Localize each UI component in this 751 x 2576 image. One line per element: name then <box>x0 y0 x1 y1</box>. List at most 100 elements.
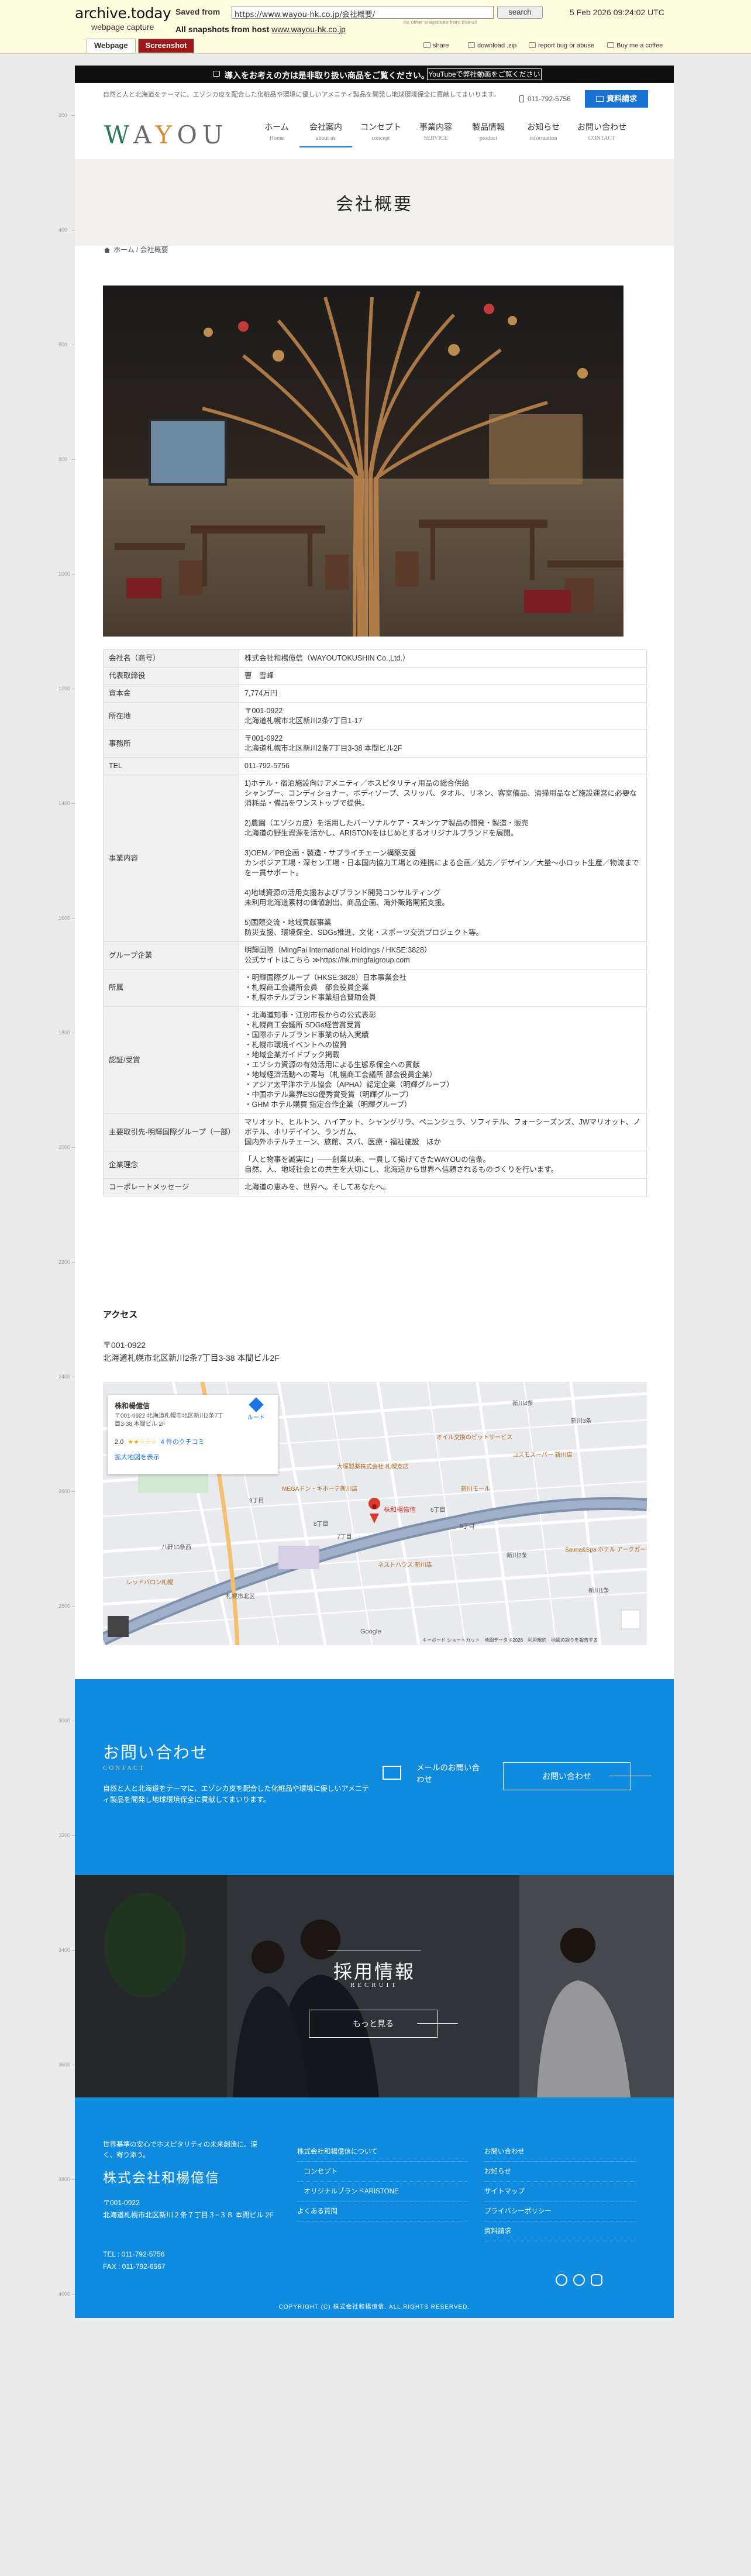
coffee-link[interactable]: Buy me a coffee <box>607 42 663 49</box>
nav-item-service[interactable]: 事業内容 SERVICE <box>409 121 462 142</box>
table-row: 認証/受賞 ・北海道知事・江別市長からの公式表彰 ・札幌商工会議所 SDGs経営賞… <box>103 1006 647 1114</box>
contact-title: お問い合わせ <box>103 1743 209 1762</box>
map-place[interactable]: 大塚製薬株式会社 札幌支店 <box>337 1463 409 1470</box>
share-link[interactable]: share <box>423 42 449 49</box>
row-label: TEL <box>103 757 239 775</box>
footer-link[interactable]: プライバシーポリシー <box>484 2202 636 2221</box>
facebook-icon[interactable] <box>573 2274 585 2286</box>
host-snapshots: All snapshots from host www.wayou-hk.co.… <box>175 25 346 34</box>
youtube-button[interactable]: YouTubeで弊社動画をご覧ください <box>427 68 542 80</box>
mail-icon <box>595 96 604 102</box>
archive-logo[interactable]: archive.today <box>75 5 171 22</box>
map-pegman[interactable] <box>108 1616 129 1637</box>
map-directions-button[interactable]: ルート <box>243 1397 269 1423</box>
nav-sublabel: CONTACT <box>588 135 616 142</box>
footer-tel[interactable]: TEL : 011-792-5756 <box>103 2248 166 2261</box>
map-reviews-link[interactable]: 4 件のクチコミ <box>161 1439 205 1446</box>
recruit-section[interactable]: 採用情報 RECRUIT もっと見る <box>75 1875 674 2097</box>
monitor-icon <box>213 71 220 77</box>
footer-contact: TEL : 011-792-5756 FAX : 011-792-6567 <box>103 2248 166 2273</box>
map-place[interactable]: コスモスーパー 新川店 <box>512 1451 573 1459</box>
recruit-title: 採用情報 <box>333 1961 415 1983</box>
breadcrumb-current: 会社概要 <box>140 246 168 254</box>
table-row: 企業理念 「人と物事を誠実に」――創業以来、一貫して掲げてきたWAYOUの信条。 … <box>103 1151 647 1179</box>
footer-link[interactable]: コンセプト <box>297 2162 467 2182</box>
map-pin-label[interactable]: 株和楊億信 <box>384 1505 416 1514</box>
footer-link[interactable]: よくある質問 <box>297 2202 467 2221</box>
nav-sublabel: about us <box>316 135 336 142</box>
contact-button[interactable]: お問い合わせ <box>503 1762 651 1790</box>
tab-screenshot[interactable]: Screenshot <box>137 39 195 53</box>
nav-item-information[interactable]: お知らせ information <box>517 121 570 142</box>
company-photo <box>103 286 623 637</box>
map-place[interactable]: Sauna&Spa ホテル アークガーデン <box>565 1546 647 1553</box>
notice-text: 導入をお考えの方は是非取り扱い商品をご覧ください。 <box>225 71 429 80</box>
row-value: 曹 雪峰 <box>239 667 647 685</box>
page-hero: 会社概要 <box>75 159 674 246</box>
nav-item-contact[interactable]: お問い合わせ CONTACT <box>576 121 628 142</box>
footer-link[interactable]: お知らせ <box>484 2162 636 2182</box>
map-footer[interactable]: キーボード ショートカット 地図データ ©2026 利用規約 地図の誤りを報告す… <box>422 1637 598 1643</box>
notice-bar: 導入をお考えの方は是非取り扱い商品をご覧ください。 YouTubeで弊社動画をご… <box>75 66 674 83</box>
map-place[interactable]: 新川モール <box>461 1485 490 1492</box>
search-button[interactable]: search <box>497 6 543 19</box>
nav-sublabel: concept <box>371 135 390 142</box>
footer-company-name: 株式会社和楊億信 <box>103 2171 220 2186</box>
tab-webpage[interactable]: Webpage <box>87 39 136 53</box>
map-place[interactable]: ネストハウス 新川店 <box>378 1561 432 1569</box>
share-icon <box>423 42 430 48</box>
row-value: ・明輝国際グループ（HKSE:3828）日本事業会社 ・札幌商工会議所会員 部会… <box>239 969 647 1007</box>
rating-stars-icon: ★★☆☆☆ <box>128 1439 157 1446</box>
recruit-subtitle: RECRUIT <box>350 1982 399 1989</box>
footer-link[interactable]: オリジナルブランドARISTONE <box>297 2182 467 2202</box>
google-map[interactable]: 株和楊億信 大塚製薬株式会社 札幌支店 MEGAドン・キホーテ新川店 新川モール… <box>103 1382 647 1645</box>
nav-label: コンセプト <box>360 122 401 132</box>
host-link[interactable]: www.wayou-hk.co.jp <box>271 25 346 34</box>
breadcrumb-home[interactable]: ホーム <box>113 246 135 254</box>
map-place[interactable]: オイル交換のピットサービス <box>436 1433 512 1441</box>
row-label: 認証/受賞 <box>103 1006 239 1114</box>
youtube-icon[interactable] <box>556 2274 567 2286</box>
site-logo[interactable]: WAYOU <box>104 121 228 149</box>
map-info-card: 株和楊億信 〒001-0922 北海道札幌市北区新川2条7丁目3-38 本間ビル… <box>108 1395 278 1474</box>
row-value: 7,774万円 <box>239 685 647 703</box>
map-fullscreen-button[interactable] <box>621 1609 640 1629</box>
row-label: コーポレートメッセージ <box>103 1178 239 1196</box>
nav-item-home[interactable]: ホーム Home <box>250 121 303 142</box>
contact-mail-label: メールのお問い合わせ <box>416 1763 480 1784</box>
row-value: 〒001-0922 北海道札幌市北区新川2条7丁目1-17 <box>239 702 647 730</box>
recruit-more-button[interactable]: もっと見る <box>309 2010 458 2038</box>
report-label: report bug or abuse <box>538 42 595 49</box>
footer-link[interactable]: 株式会社和楊億信について <box>297 2142 467 2162</box>
map-place[interactable]: MEGAドン・キホーテ新川店 <box>282 1485 357 1492</box>
archive-subtitle: webpage capture <box>91 22 154 32</box>
download-link[interactable]: download .zip <box>468 42 516 49</box>
map-street: 八軒10条西 <box>161 1543 191 1551</box>
table-row: TEL 011-792-5756 <box>103 757 647 775</box>
map-place[interactable]: レッドバロン札幌 <box>126 1578 173 1586</box>
map-directions-label: ルート <box>247 1415 265 1421</box>
nav-item-concept[interactable]: コンセプト concept <box>354 121 407 142</box>
row-value: 1)ホテル・宿泊施設向けアメニティ／ホスピタリティ用品の総合供給 シャンプー、コ… <box>239 775 647 942</box>
report-link[interactable]: report bug or abuse <box>529 42 594 49</box>
nav-sublabel: information <box>529 135 557 142</box>
row-label: 企業理念 <box>103 1151 239 1179</box>
company-info-table: 会社名（商号） 株式会社和楊億信（WAYOUTOKUSHIN Co.,Ltd.）代… <box>103 649 647 1196</box>
row-value: 株式会社和楊億信（WAYOUTOKUSHIN Co.,Ltd.） <box>239 649 647 668</box>
contact-description: 自然と人と北海道をテーマに、エゾシカ皮を配合した化粧品や環境に優しいアメニティ製… <box>103 1784 370 1804</box>
nav-item-product[interactable]: 製品情報 product <box>462 121 515 142</box>
row-value: マリオット、ヒルトン、ハイアット、シャングリラ、ペニンシュラ、ソフィテル、フォー… <box>239 1113 647 1151</box>
row-label: グループ企業 <box>103 941 239 969</box>
nav-label: 事業内容 <box>419 122 452 132</box>
instagram-icon[interactable] <box>591 2274 602 2286</box>
footer-link[interactable]: 資料請求 <box>484 2221 636 2241</box>
url-input[interactable]: https://www.wayou-hk.co.jp/会社概要/ <box>232 6 494 19</box>
header-tel[interactable]: 011-792-5756 <box>519 95 571 103</box>
request-docs-button[interactable]: 資料請求 <box>585 90 648 108</box>
nav-item-about-us[interactable]: 会社案内 about us <box>299 121 352 147</box>
footer-link[interactable]: サイトマップ <box>484 2182 636 2202</box>
map-enlarge-link[interactable]: 拡大地図を表示 <box>115 1452 160 1461</box>
footer-link[interactable]: お問い合わせ <box>484 2142 636 2162</box>
table-row: 代表取締役曹 雪峰 <box>103 667 647 685</box>
table-row: グループ企業 明輝国際（MingFai International Holding… <box>103 941 647 969</box>
